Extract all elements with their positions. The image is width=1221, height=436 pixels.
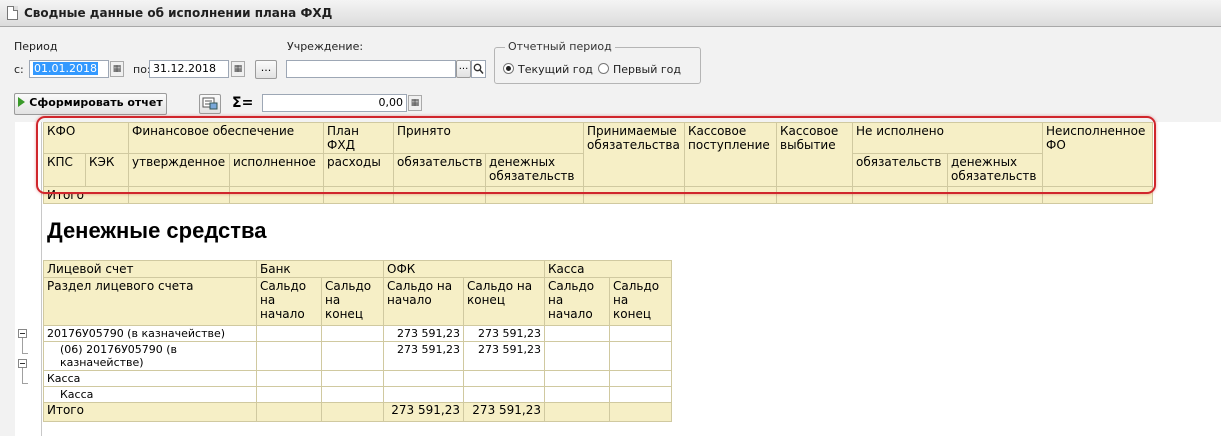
money-col-ofk-start: Сальдо на начало [383,277,464,326]
collapse-group-icon[interactable] [18,359,27,368]
period-from-field[interactable]: 01.01.2018 [29,60,109,78]
row-account-name: 20176У05790 (в казначействе) [43,325,257,342]
table-row: Касса [43,370,673,387]
report-settings-button[interactable] [199,94,221,114]
money-col-bank: Банк [256,260,384,278]
row-account-name: (06) 20176У05790 (в казначействе) [43,341,257,371]
period-from-label: с: [14,63,24,76]
row-account-name: Касса [43,386,257,403]
money-col-ofk: ОФК [382,260,546,278]
money-total-label: Итого [43,402,257,422]
radio-first-year-label[interactable]: Первый год [613,63,681,76]
calendar-to-icon[interactable]: ▦ [231,61,245,77]
search-icon[interactable] [471,60,486,78]
table-row: 20176У05790 (в казначействе) 273 591,23 … [43,325,673,342]
report-settings-icon [202,97,218,110]
calendar-from-icon[interactable]: ▦ [110,61,124,77]
institution-field[interactable] [286,60,456,78]
period-label: Период [14,40,58,53]
money-col-section: Раздел лицевого счета [43,277,257,326]
period-to-label: по: [133,63,151,76]
money-table: Лицевой счет Банк ОФК Касса Раздел лицев… [43,260,673,422]
sum-label: Σ= [232,95,254,111]
money-col-cash-end: Сальдо на конец [609,277,673,326]
table-row-total: Итого 273 591,23 273 591,23 [43,402,673,422]
generate-report-label: Сформировать отчет [29,96,163,109]
tree-line [22,338,23,354]
radio-current-year-label[interactable]: Текущий год [518,63,593,76]
institution-label: Учреждение: [287,40,364,53]
sum-field[interactable]: 0,00 [262,94,407,112]
money-col-ofk-end: Сальдо на конец [462,277,546,326]
report-period-title: Отчетный период [505,40,615,53]
radio-first-year[interactable] [598,63,609,74]
table-row: (06) 20176У05790 (в казначействе) 273 59… [43,341,673,371]
row-ofk-end: 273 591,23 [462,341,546,371]
calculator-icon[interactable]: ▦ [408,95,422,111]
money-section-title: Денежные средства [47,218,267,243]
row-ofk-start: 273 591,23 [383,341,464,371]
row-ofk-start: 273 591,23 [383,325,464,342]
window-title: Сводные данные об исполнении плана ФХД [24,6,333,20]
generate-report-button[interactable]: Сформировать отчет [14,93,167,115]
money-total-ofk-end: 273 591,23 [462,402,546,422]
collapse-group-icon[interactable] [18,329,27,338]
money-col-bank-start: Сальдо на начало [256,277,322,326]
money-col-bank-end: Сальдо на конец [321,277,384,326]
row-account-name: Касса [43,370,257,387]
money-col-account: Лицевой счет [43,260,257,278]
period-to-field[interactable]: 31.12.2018 [149,60,229,78]
money-col-cash-start: Сальдо на начало [544,277,611,326]
play-icon [18,97,26,107]
tree-line [22,368,23,384]
period-select-button[interactable]: ... [255,60,277,79]
window-title-bar: Сводные данные об исполнении плана ФХД [0,0,1221,27]
row-ofk-end: 273 591,23 [462,325,546,342]
radio-current-year[interactable] [503,63,514,74]
highlight-frame [36,116,1156,194]
table-row: Касса [43,386,673,403]
document-icon [7,6,18,20]
money-col-cash: Касса [544,260,673,278]
institution-select-button[interactable]: ... [456,60,471,78]
money-total-ofk-start: 273 591,23 [383,402,464,422]
